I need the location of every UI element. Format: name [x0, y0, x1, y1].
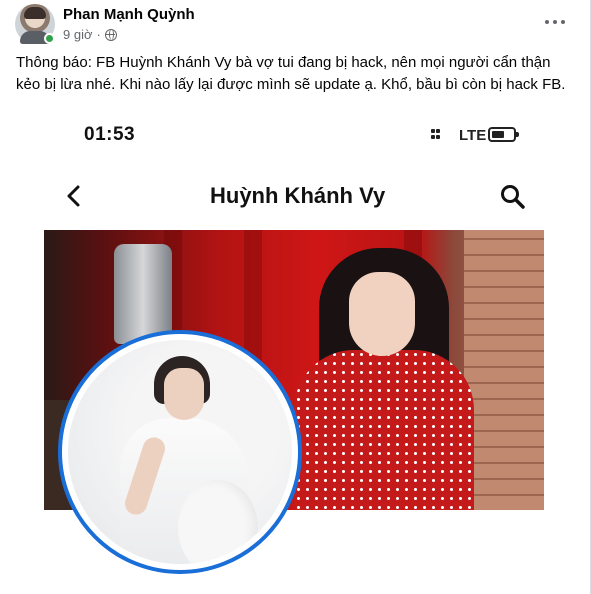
profile-picture[interactable]: [58, 330, 302, 574]
more-dot: [561, 20, 565, 24]
thermos: [114, 244, 172, 344]
search-icon[interactable]: [499, 183, 527, 211]
facebook-post: Phan Mạnh Quỳnh 9 giờ · Thông báo: FB Hu…: [0, 0, 591, 594]
globe-icon[interactable]: [104, 28, 117, 41]
post-meta: 9 giờ ·: [63, 27, 117, 42]
post-time[interactable]: 9 giờ: [63, 27, 93, 42]
online-status-dot: [44, 33, 55, 44]
profile-person-face: [164, 368, 204, 420]
phone-status-time: 01:53: [84, 124, 136, 145]
avatar-hair: [24, 7, 46, 19]
cover-person-dress: [294, 350, 474, 510]
post-caption: Thông báo: FB Huỳnh Khánh Vy bà vợ tui đ…: [16, 54, 566, 93]
profile-name-title: Huỳnh Khánh Vy: [210, 183, 386, 208]
cover-person-face: [349, 272, 415, 356]
more-dot: [545, 20, 549, 24]
meta-separator: ·: [96, 27, 101, 42]
network-label: LTE: [459, 127, 487, 144]
battery-icon: [488, 127, 519, 142]
chevron-left-icon[interactable]: [64, 184, 84, 208]
author-name[interactable]: Phan Mạnh Quỳnh: [63, 6, 195, 23]
profile-picture-photo: [68, 340, 292, 564]
more-dot: [553, 20, 557, 24]
signal-icon: [431, 129, 453, 143]
brick-wall: [464, 230, 544, 510]
more-options-icon[interactable]: [545, 12, 565, 32]
